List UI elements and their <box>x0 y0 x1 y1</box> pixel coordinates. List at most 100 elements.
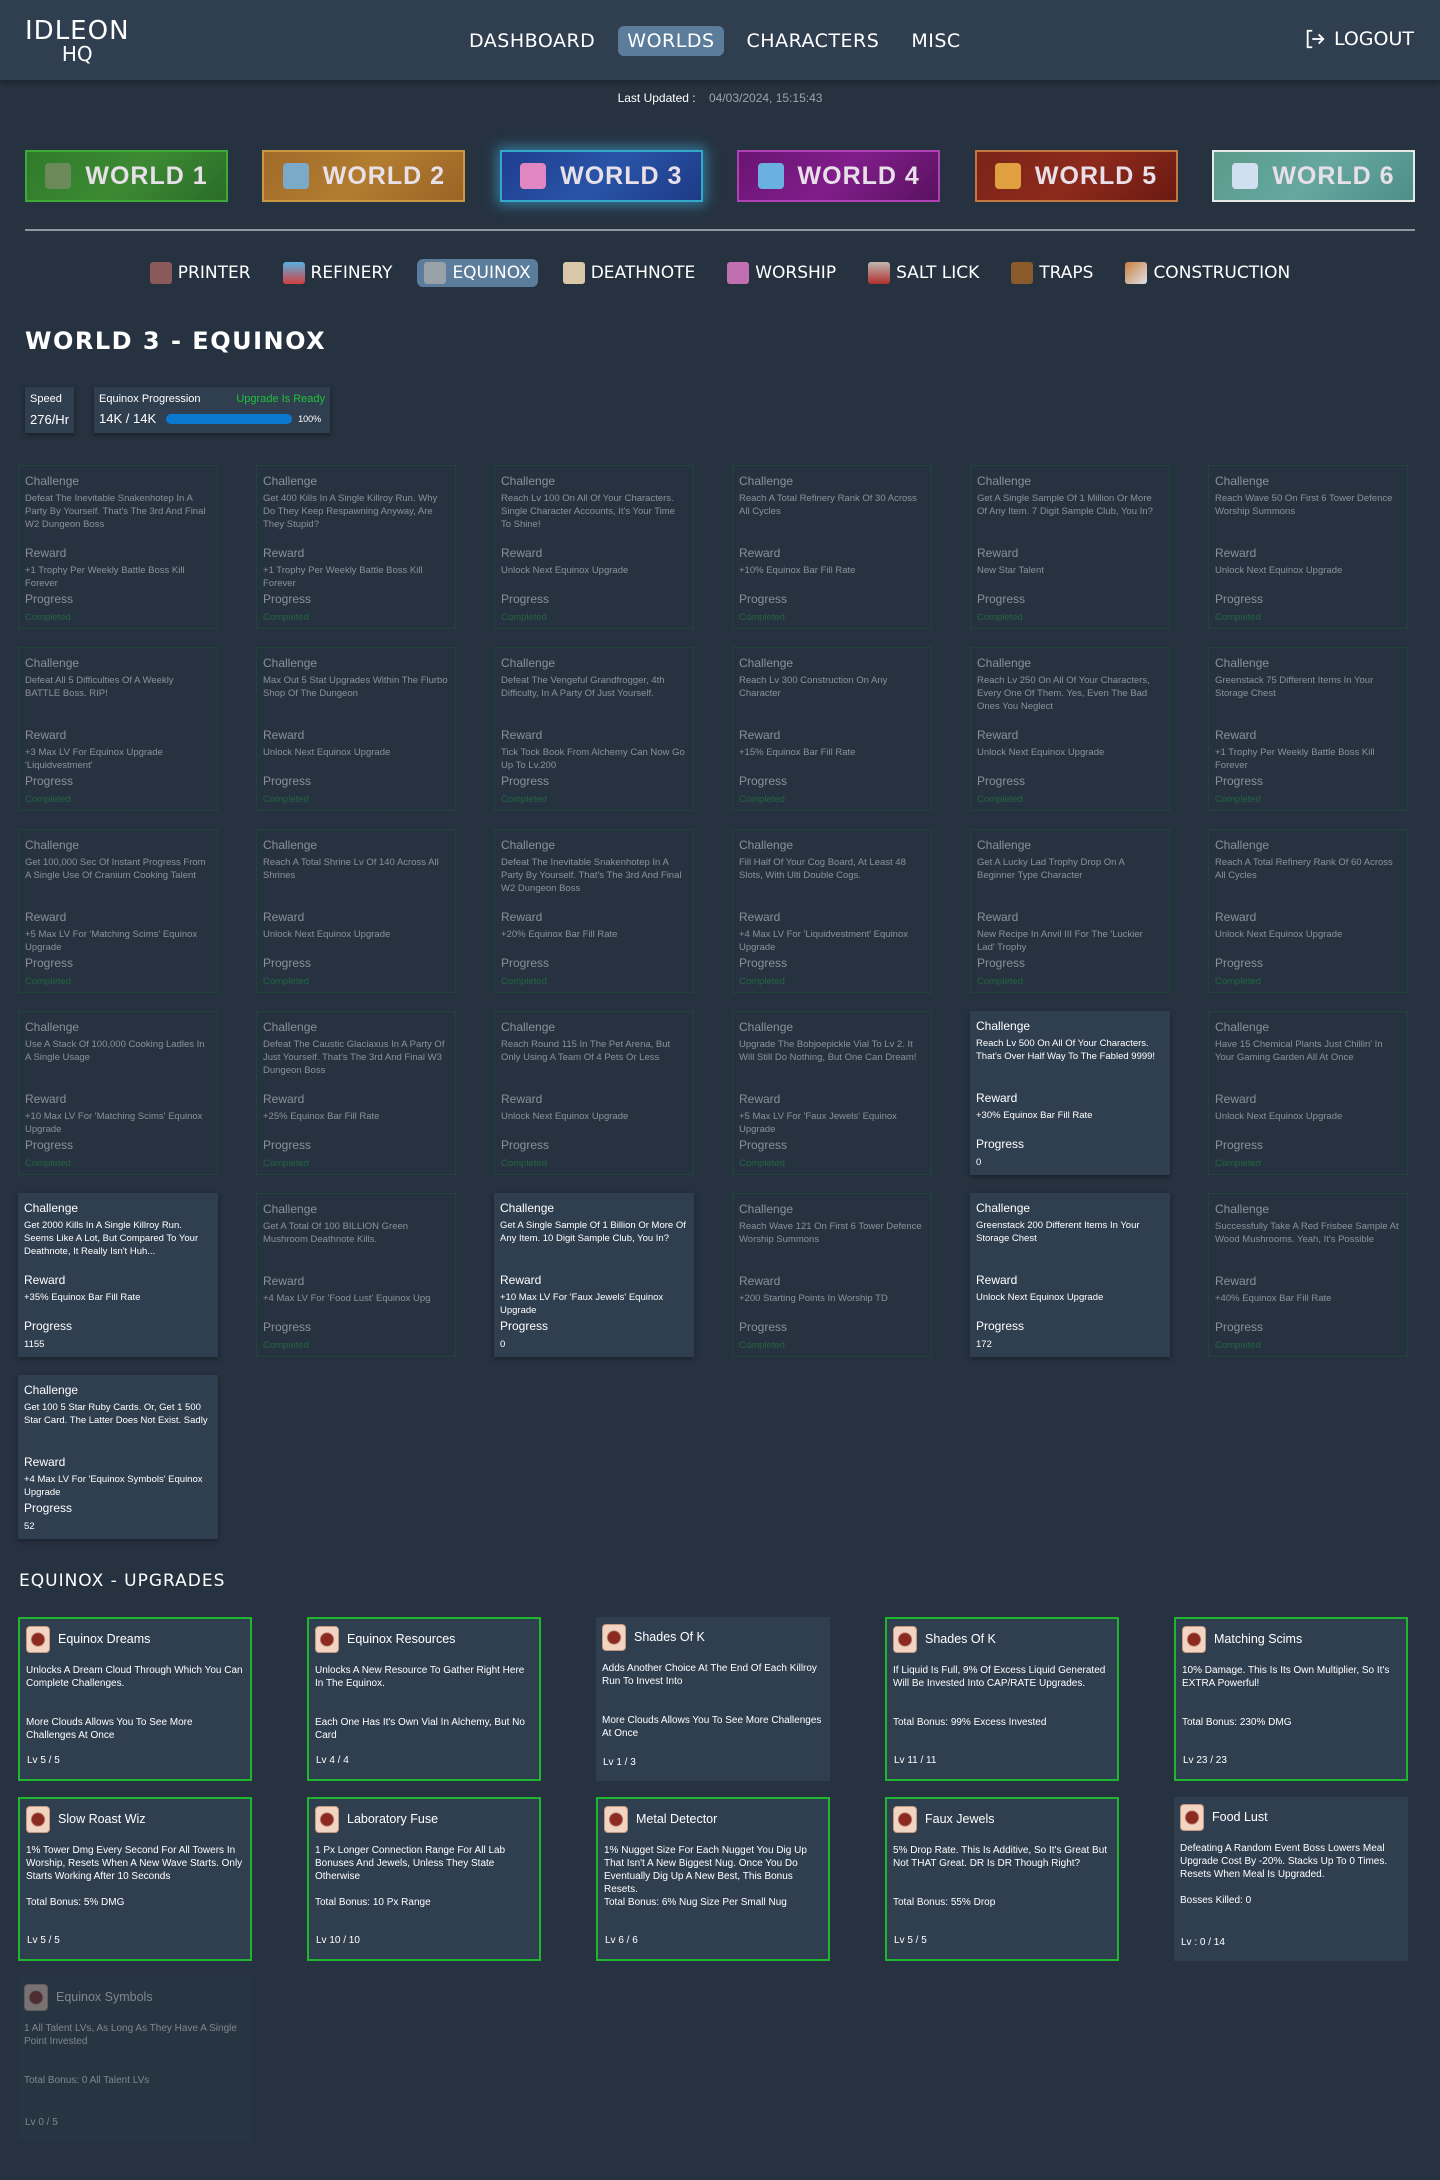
progress-heading: Progress <box>1215 1320 1264 1335</box>
world-tab-4[interactable]: WORLD 4 <box>737 150 941 202</box>
challenge-reward: +35% Equinox Bar Fill Rate <box>24 1292 141 1304</box>
challenge-description: Reach Wave 121 On First 6 Tower Defence … <box>739 1221 922 1245</box>
reward-heading: Reward <box>501 910 543 925</box>
progress-heading: Progress <box>24 1319 73 1334</box>
world-tab-label: WORLD 4 <box>797 161 920 190</box>
subnav-printer[interactable]: PRINTER <box>143 259 258 287</box>
subnav-equinox[interactable]: EQUINOX <box>417 259 538 287</box>
challenge-reward: +20% Equinox Bar Fill Rate <box>501 929 618 941</box>
upgrade-level: Lv 6 / 6 <box>605 1935 638 1946</box>
logout-button[interactable]: LOGOUT <box>1304 28 1414 50</box>
world-tab-label: WORLD 5 <box>1034 161 1158 190</box>
speed-value: 276/Hr <box>30 412 70 427</box>
challenge-progress: Completed <box>739 1157 785 1169</box>
challenge-reward: +40% Equinox Bar Fill Rate <box>1215 1293 1332 1305</box>
progress-heading: Progress <box>500 1319 549 1334</box>
nav-worlds[interactable]: WORLDS <box>618 26 724 56</box>
world-tab-5[interactable]: WORLD 5 <box>974 150 1178 202</box>
challenge-card: Challenge Fill Half Of Your Cog Board, At… <box>732 829 932 993</box>
challenge-reward: Unlock Next Equinox Upgrade <box>1215 565 1343 577</box>
upgrade-description: 1% Nugget Size For Each Nugget You Dig U… <box>604 1845 807 1895</box>
nav-characters[interactable]: CHARACTERS <box>738 26 889 56</box>
challenge-card: Challenge Get 100,000 Sec Of Instant Prog… <box>18 829 218 993</box>
upgrade-level: Lv 5 / 5 <box>27 1755 60 1766</box>
challenge-description: Reach Wave 50 On First 6 Tower Defence W… <box>1215 493 1393 517</box>
subnav-worship[interactable]: WORSHIP <box>720 259 843 287</box>
challenge-progress: 52 <box>24 1520 35 1532</box>
challenge-card: Challenge Have 15 Chemical Plants Just Ch… <box>1208 1011 1408 1175</box>
challenge-progress: Completed <box>977 611 1023 623</box>
challenge-progress: 172 <box>976 1338 992 1350</box>
shades-of-k-icon <box>602 1623 626 1651</box>
challenge-description: Have 15 Chemical Plants Just Chillin' In… <box>1215 1039 1383 1063</box>
challenge-reward: +10 Max LV For 'Faux Jewels' Equinox Upg… <box>500 1292 664 1317</box>
subnav-construction[interactable]: CONSTRUCTION <box>1118 259 1297 287</box>
world-tab-1[interactable]: WORLD 1 <box>25 150 228 202</box>
challenge-reward: +1 Trophy Per Weekly Battle Boss Kill Fo… <box>1215 747 1375 772</box>
reward-heading: Reward <box>1215 546 1257 561</box>
challenge-description: Defeat The Caustic Glaciaxus In A Party … <box>263 1039 445 1076</box>
subnav-traps[interactable]: TRAPS <box>1004 259 1100 287</box>
challenge-heading: Challenge <box>1215 1202 1270 1216</box>
world-tab-2[interactable]: WORLD 2 <box>262 150 466 202</box>
challenge-card: Challenge Get A Total Of 100 BILLION Gree… <box>256 1193 456 1357</box>
challenge-description: Defeat The Inevitable Snakenhotep In A P… <box>25 493 206 530</box>
challenge-reward: +1 Trophy Per Weekly Battle Boss Kill Fo… <box>25 565 185 590</box>
challenge-description: Use A Stack Of 100,000 Cooking Ladles In… <box>25 1039 205 1063</box>
challenge-description: Get 400 Kills In A Single Killroy Run. W… <box>263 493 438 530</box>
upgrade-description: Adds Another Choice At The End Of Each K… <box>602 1663 817 1687</box>
equinox-stats: Speed 276/Hr Equinox Progression Upgrade… <box>25 387 1440 433</box>
challenge-description: Get A Single Sample Of 1 Million Or More… <box>977 493 1153 517</box>
challenge-description: Reach Lv 300 Construction On Any Charact… <box>739 675 888 699</box>
world-tab-6[interactable]: WORLD 6 <box>1211 150 1415 202</box>
challenge-progress: Completed <box>739 793 785 805</box>
progress-heading: Progress <box>501 774 550 789</box>
upgrade-description: Defeating A Random Event Boss Lowers Mea… <box>1180 1843 1388 1880</box>
reward-heading: Reward <box>739 1092 781 1107</box>
reward-heading: Reward <box>739 728 781 743</box>
upgrade-level: Lv 5 / 5 <box>894 1935 927 1946</box>
upgrade-level: Lv 4 / 4 <box>316 1755 349 1766</box>
challenge-card: Challenge Reach Lv 300 Construction On An… <box>732 647 932 811</box>
subnav-refinery[interactable]: REFINERY <box>276 259 400 287</box>
progress-heading: Progress <box>1215 956 1264 971</box>
nav-misc[interactable]: MISC <box>902 26 969 56</box>
progress-heading: Progress <box>24 1501 73 1516</box>
logo[interactable]: IDLEON HQ <box>25 18 130 64</box>
challenge-heading: Challenge <box>25 838 80 852</box>
upgrade-card: Matching Scims 10% Damage. This Is Its Ow… <box>1174 1617 1408 1781</box>
upgrade-card: Shades Of K If Liquid Is Full, 9% Of Exce… <box>885 1617 1119 1781</box>
challenge-card: Challenge Reach A Total Refinery Rank Of … <box>732 465 932 629</box>
progress-heading: Progress <box>25 1138 74 1153</box>
equinox-icon <box>424 262 447 284</box>
challenge-progress: Completed <box>1215 1339 1261 1351</box>
subnav-label: CONSTRUCTION <box>1153 263 1291 283</box>
reward-heading: Reward <box>501 546 543 561</box>
upgrade-description: 1 All Talent LVs, As Long As They Have A… <box>24 2023 237 2047</box>
challenge-reward: Unlock Next Equinox Upgrade <box>501 1111 629 1123</box>
nav-dashboard[interactable]: DASHBOARD <box>460 26 604 56</box>
subnav-deathnote[interactable]: DEATHNOTE <box>556 259 703 287</box>
page-title: WORLD 3 - EQUINOX <box>25 327 327 355</box>
world-tab-3[interactable]: WORLD 3 <box>499 150 703 202</box>
world-tab-label: WORLD 3 <box>560 161 683 190</box>
challenge-heading: Challenge <box>501 656 556 670</box>
progress-heading: Progress <box>501 956 550 971</box>
logo-subtitle: HQ <box>61 42 93 66</box>
progress-heading: Progress <box>976 1319 1025 1334</box>
challenge-progress: Completed <box>501 611 547 623</box>
upgrade-card: Equinox Resources Unlocks A New Resource … <box>307 1617 541 1781</box>
reward-heading: Reward <box>263 1092 305 1107</box>
challenge-progress: 0 <box>500 1338 506 1350</box>
challenge-description: Defeat All 5 Difficulties Of A Weekly BA… <box>25 675 174 699</box>
challenge-description: Reach A Total Refinery Rank Of 60 Across… <box>1215 857 1393 881</box>
world-tab-label: WORLD 2 <box>322 161 446 190</box>
progress-heading: Progress <box>739 774 788 789</box>
progress-heading: Progress <box>25 592 74 607</box>
upgrade-name: Equinox Dreams <box>58 1631 151 1646</box>
subnav-salt-lick[interactable]: SALT LICK <box>861 259 986 287</box>
progress-heading: Progress <box>263 1138 312 1153</box>
challenge-heading: Challenge <box>263 656 318 670</box>
upgrade-level: Lv : 0 / 14 <box>1181 1937 1225 1948</box>
progress-heading: Progress <box>977 774 1026 789</box>
